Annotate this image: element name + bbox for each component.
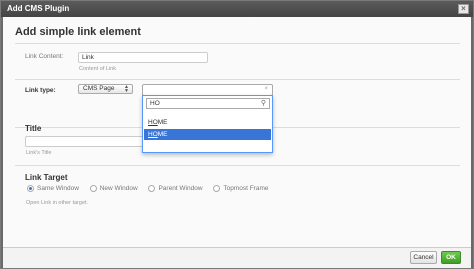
radio-parent-window[interactable]: Parent Window: [148, 185, 203, 192]
radio-label: Parent Window: [158, 185, 203, 192]
radio-same-window[interactable]: Same Window: [27, 185, 79, 192]
radio-new-window[interactable]: New Window: [89, 185, 138, 192]
divider: [15, 165, 460, 166]
dialog-content: Add simple link element Link Content: Li…: [3, 17, 471, 248]
radio-label: New Window: [99, 185, 138, 192]
select2-option-highlighted[interactable]: HOME: [144, 129, 271, 140]
option-rest: ME: [157, 119, 168, 126]
dialog-titlebar: Add CMS Plugin ×: [1, 1, 473, 17]
page-title: Add simple link element: [15, 26, 141, 38]
link-type-label: Link type:: [25, 87, 56, 94]
radio-unchecked-icon: [213, 185, 221, 192]
title-help: Link's Title: [26, 150, 52, 156]
link-content-help: Content of Link: [79, 66, 116, 72]
link-content-label: Link Content:: [25, 53, 64, 60]
search-value: HO: [150, 100, 160, 107]
ok-button[interactable]: OK: [441, 251, 461, 264]
link-content-input[interactable]: Link: [78, 52, 208, 63]
link-target-help: Open Link in other target.: [26, 200, 89, 206]
link-target-radio-group: Same Window New Window Parent Window Top…: [27, 185, 278, 195]
select-arrows-icon: ▲ ▼: [124, 84, 129, 94]
close-icon[interactable]: ×: [458, 4, 469, 14]
radio-checked-icon: [27, 185, 34, 192]
option-match: HO: [148, 119, 158, 126]
magnifier-icon: ⚲: [260, 100, 266, 107]
link-target-heading: Link Target: [25, 173, 68, 182]
select2-search-input[interactable]: HO ⚲: [146, 98, 270, 109]
radio-topmost-frame[interactable]: Topmost Frame: [213, 185, 269, 192]
option-rest: ME: [157, 131, 168, 138]
divider: [15, 79, 460, 80]
page-select2-dropdown: HO ⚲ HOME HOME: [142, 95, 273, 153]
clear-icon[interactable]: ×: [264, 86, 268, 92]
dialog-title: Add CMS Plugin: [7, 4, 70, 13]
cancel-button[interactable]: Cancel: [410, 251, 437, 264]
link-type-select-value: CMS Page: [83, 85, 115, 92]
cms-plugin-dialog: Add CMS Plugin × Add simple link element…: [0, 0, 474, 269]
radio-unchecked-icon: [148, 185, 156, 192]
dialog-footer: Cancel OK: [3, 248, 471, 268]
title-section-heading: Title: [25, 124, 42, 133]
radio-label: Same Window: [37, 185, 79, 192]
select2-option[interactable]: HOME: [144, 117, 271, 128]
link-type-select[interactable]: CMS Page ▲ ▼: [78, 84, 133, 94]
radio-label: Topmost Frame: [223, 185, 269, 192]
radio-unchecked-icon: [89, 185, 97, 192]
option-match: HO: [148, 131, 158, 138]
title-input[interactable]: [25, 136, 155, 147]
divider: [15, 43, 460, 44]
